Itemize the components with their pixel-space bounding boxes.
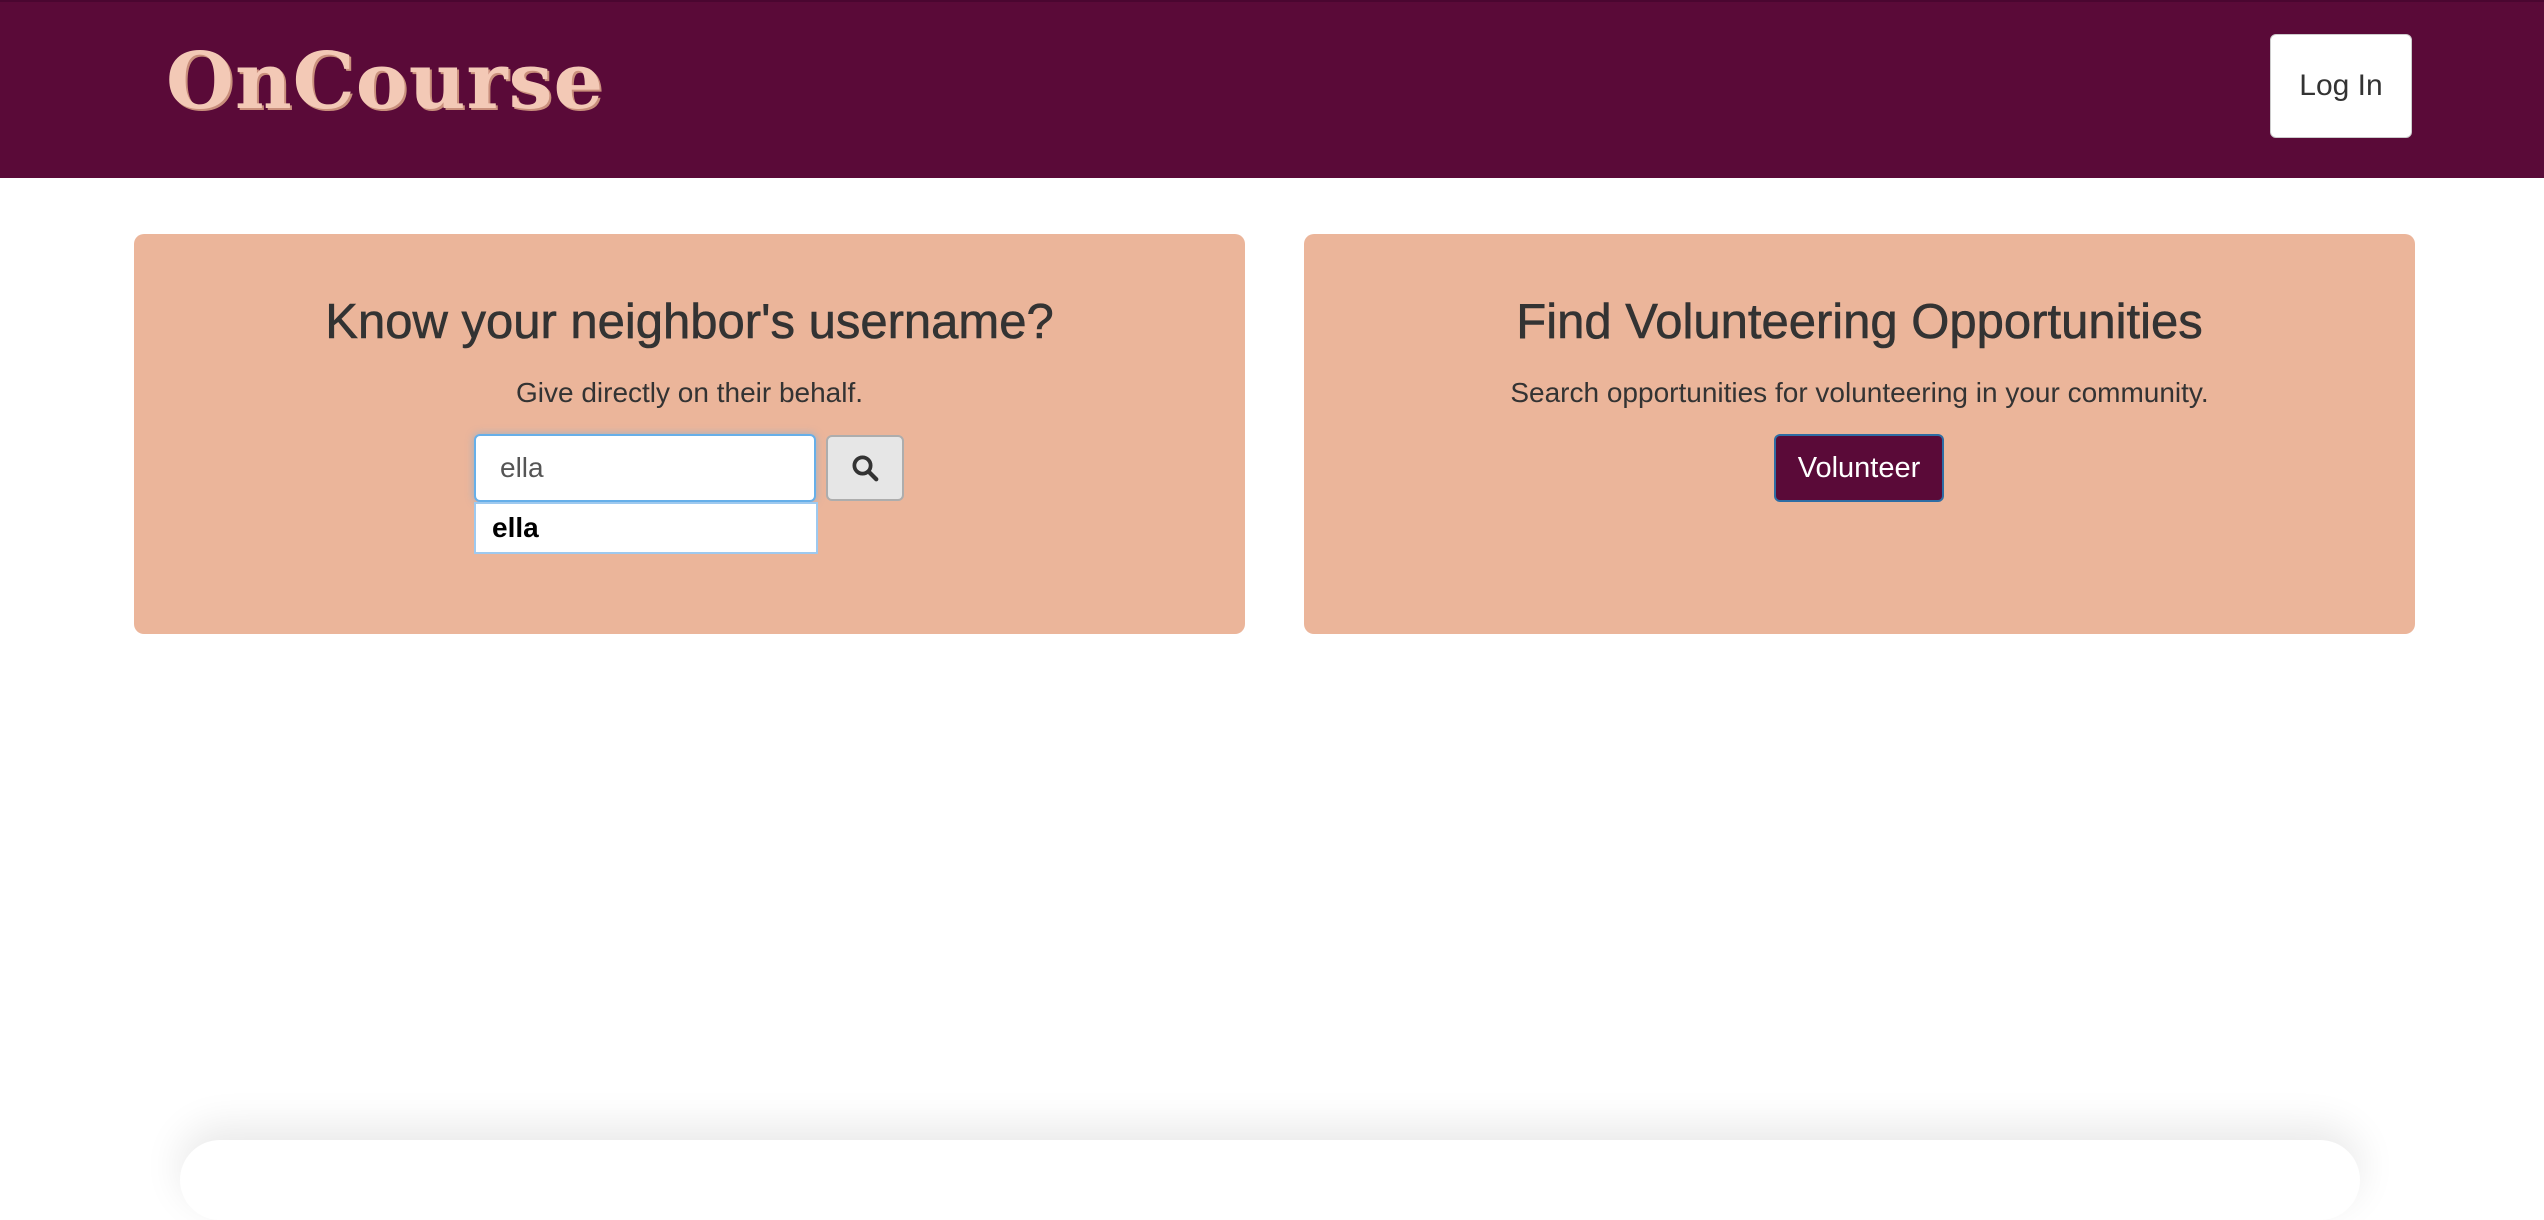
volunteer-button[interactable]: Volunteer [1774,434,1944,502]
footer-edge [180,1140,2360,1220]
autocomplete-dropdown: ella [474,502,818,554]
top-navbar: OnCourse Log In [0,0,2544,178]
search-icon [852,455,879,482]
login-button[interactable]: Log In [2270,34,2412,138]
search-button[interactable] [826,435,904,501]
neighbor-card-subtitle: Give directly on their behalf. [515,377,864,408]
neighbor-search-card: Know your neighbor's username? Give dire… [134,234,1245,634]
autocomplete-suggestion[interactable]: ella [476,504,816,552]
volunteer-card-subtitle: Search opportunities for volunteering in… [1510,377,2209,408]
volunteer-card-title: Find Volunteering Opportunities [1516,295,2203,350]
volunteer-card: Find Volunteering Opportunities Search o… [1304,234,2415,634]
neighbor-card-title: Know your neighbor's username? [325,295,1054,350]
oncourse-logo[interactable]: OnCourse [166,32,604,132]
username-search-input[interactable] [474,434,816,502]
